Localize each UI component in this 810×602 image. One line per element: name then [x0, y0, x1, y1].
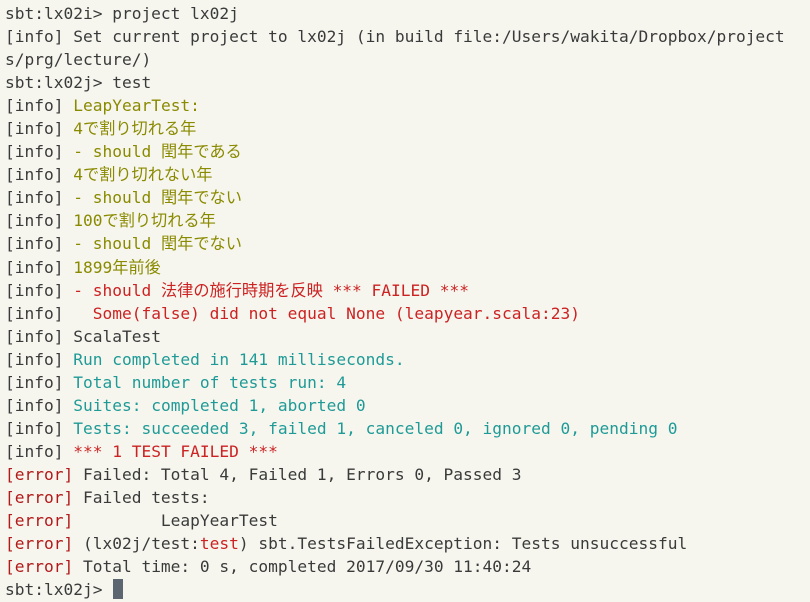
command-text: sbt:lx02i> project lx02j — [5, 4, 239, 23]
terminal-line: [info] Tests: succeeded 3, failed 1, can… — [5, 417, 810, 440]
output-text: (lx02j/test: — [82, 534, 200, 554]
terminal-line: [info] 4で割り切れる年 — [5, 117, 810, 140]
error-tag: [error] — [5, 511, 83, 531]
terminal-line: sbt:lx02j> test — [5, 71, 810, 94]
text-cursor — [113, 579, 124, 600]
info-tag: [info] — [5, 395, 74, 415]
error-tag: [error] — [5, 487, 83, 507]
error-tag: [error] — [5, 464, 83, 484]
test-result-pass: - should 閏年である — [73, 142, 242, 162]
terminal-line: [info] Set current project to lx02j (in … — [5, 25, 810, 48]
test-context: 1899年前後 — [73, 257, 161, 277]
terminal-line: [info] Total number of tests run: 4 — [5, 371, 810, 394]
terminal-line: [info] 4で割り切れない年 — [5, 163, 810, 186]
suite-name: LeapYearTest: — [73, 96, 200, 116]
info-tag: [info] — [5, 418, 74, 438]
info-tag: [info] — [5, 188, 74, 208]
terminal-line: [info] - should 閏年である — [5, 140, 810, 163]
test-context: 100で割り切れる年 — [73, 211, 216, 231]
failure-banner: *** 1 TEST FAILED *** — [73, 441, 278, 461]
task-name: test — [199, 534, 239, 554]
summary-text: Tests: succeeded 3, failed 1, canceled 0… — [73, 418, 678, 438]
info-tag: [info] — [5, 441, 74, 461]
terminal-line: [error] Failed tests: — [5, 486, 810, 509]
terminal-line: [info] Suites: completed 1, aborted 0 — [5, 394, 810, 417]
output-text: ScalaTest — [73, 326, 161, 346]
test-context: 4で割り切れる年 — [73, 119, 197, 139]
output-text: Total time: 0 s, completed 2017/09/30 11… — [82, 557, 532, 577]
info-tag: [info] — [5, 165, 74, 185]
terminal-line: [info] - should 閏年でない — [5, 232, 810, 255]
prompt-text: sbt:lx02j> — [5, 580, 113, 600]
command-text: sbt:lx02j> test — [5, 73, 152, 93]
terminal-line: [error] Failed: Total 4, Failed 1, Error… — [5, 463, 810, 486]
terminal-line: [info] Some(false) did not equal None (l… — [5, 302, 810, 325]
failure-detail: Some(false) did not equal None (leapyear… — [73, 303, 581, 323]
terminal-line: [info] *** 1 TEST FAILED *** — [5, 440, 810, 463]
terminal-line: [info] ScalaTest — [5, 325, 810, 348]
info-tag: [info] — [5, 349, 74, 369]
summary-text: Run completed in 141 milliseconds. — [73, 349, 405, 369]
info-tag: [info] — [5, 257, 74, 277]
output-text: LeapYearTest — [82, 511, 278, 531]
info-tag: [info] — [5, 211, 74, 231]
terminal-line: [info] 100で割り切れる年 — [5, 209, 810, 232]
info-tag: [info] — [5, 372, 74, 392]
info-tag: [info] — [5, 27, 74, 47]
test-result-pass: - should 閏年でない — [73, 234, 242, 254]
error-tag: [error] — [5, 557, 83, 577]
output-text: s/prg/lecture/) — [5, 50, 152, 70]
output-text: Set current project to lx02j (in build f… — [73, 27, 785, 47]
info-tag: [info] — [5, 142, 74, 162]
output-text: Failed tests: — [82, 487, 210, 507]
terminal-line: [error] (lx02j/test:test) sbt.TestsFaile… — [5, 532, 810, 555]
output-text: Failed: Total 4, Failed 1, Errors 0, Pas… — [82, 464, 522, 484]
terminal-line: s/prg/lecture/) — [5, 48, 810, 71]
test-result-fail: - should 法律の施行時期を反映 *** FAILED *** — [73, 280, 470, 300]
summary-text: Suites: completed 1, aborted 0 — [73, 395, 366, 415]
info-tag: [info] — [5, 326, 74, 346]
output-text: ) sbt.TestsFailedException: Tests unsucc… — [238, 534, 688, 554]
terminal-line: [error] Total time: 0 s, completed 2017/… — [5, 555, 810, 578]
error-tag: [error] — [5, 534, 83, 554]
info-tag: [info] — [5, 96, 74, 116]
terminal-window[interactable]: sbt:lx02i> project lx02j [info] Set curr… — [0, 0, 810, 602]
test-context: 4で割り切れない年 — [73, 165, 213, 185]
terminal-line: [info] - should 法律の施行時期を反映 *** FAILED **… — [5, 279, 810, 302]
info-tag: [info] — [5, 234, 74, 254]
summary-text: Total number of tests run: 4 — [73, 372, 347, 392]
test-result-pass: - should 閏年でない — [73, 188, 242, 208]
terminal-line: [info] - should 閏年でない — [5, 186, 810, 209]
terminal-line: [info] LeapYearTest: — [5, 94, 810, 117]
terminal-line: [error] LeapYearTest — [5, 509, 810, 532]
info-tag: [info] — [5, 303, 74, 323]
prompt-line[interactable]: sbt:lx02j> — [5, 578, 810, 601]
terminal-line: [info] 1899年前後 — [5, 256, 810, 279]
terminal-line: sbt:lx02i> project lx02j — [5, 2, 810, 25]
info-tag: [info] — [5, 119, 74, 139]
info-tag: [info] — [5, 280, 74, 300]
terminal-line: [info] Run completed in 141 milliseconds… — [5, 348, 810, 371]
